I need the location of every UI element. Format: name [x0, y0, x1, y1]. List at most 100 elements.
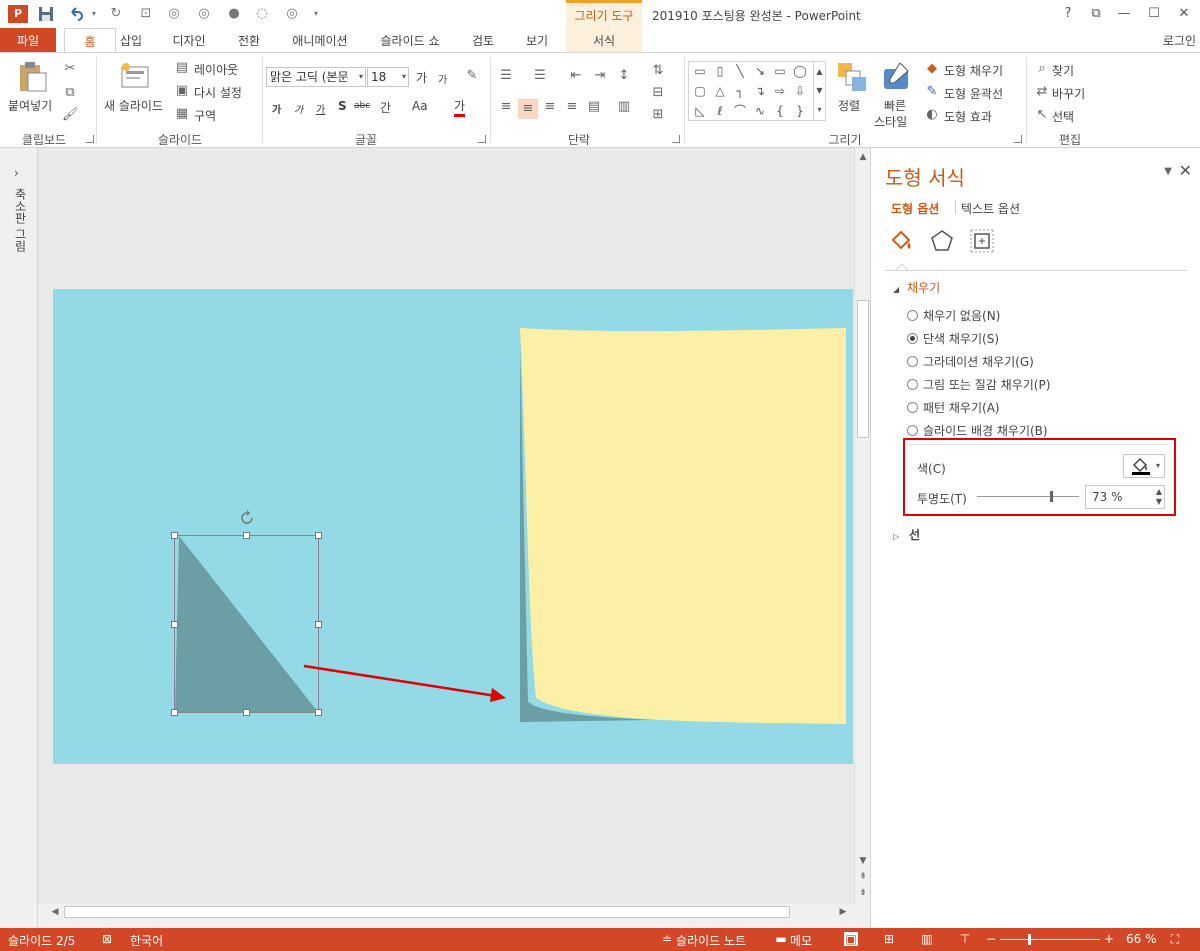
bullets-icon[interactable]: ☰ [498, 68, 514, 84]
bold-button[interactable]: 가 [272, 101, 281, 116]
horizontal-scrollbar[interactable]: ◀ ▶ [46, 904, 854, 920]
left-brace-shape-icon[interactable]: { [773, 104, 787, 118]
line-spacing-icon[interactable]: ↕ [616, 68, 632, 84]
change-case-button[interactable]: Aa [412, 99, 428, 113]
resize-handle[interactable] [315, 709, 322, 716]
tab-transitions[interactable]: 전환 [234, 28, 264, 52]
scroll-right-icon[interactable]: ▶ [836, 905, 850, 919]
resize-handle[interactable] [243, 709, 250, 716]
resize-handle[interactable] [171, 709, 178, 716]
shape-intersect-icon[interactable]: ◌ [254, 6, 270, 22]
align-text-icon[interactable]: ⊟ [650, 85, 666, 101]
arrange-icon[interactable] [836, 61, 868, 93]
resize-handle[interactable] [243, 532, 250, 539]
sticky-note-shape[interactable] [514, 326, 848, 724]
right-brace-shape-icon[interactable]: } [793, 104, 807, 118]
comments-button[interactable]: 메모 [790, 932, 812, 949]
rotate-handle-icon[interactable] [239, 510, 255, 526]
oval-shape-icon[interactable]: ◯ [793, 64, 807, 78]
find-button[interactable]: 찾기 [1052, 62, 1074, 79]
scroll-down-icon[interactable]: ▼ [856, 854, 870, 868]
zoom-slider-thumb[interactable] [1028, 934, 1031, 945]
spinner-icon[interactable]: ▲ ▼ [1156, 487, 1162, 507]
slideshow-from-start-icon[interactable]: ⊡ [138, 6, 154, 22]
reset-icon[interactable]: ▣ [174, 83, 190, 99]
rounded-rectangle-shape-icon[interactable]: ▢ [693, 84, 707, 98]
shape-outline-icon[interactable]: ✎ [924, 84, 940, 100]
shape-effects-icon[interactable]: ◐ [924, 107, 940, 123]
paragraph-launcher-icon[interactable] [672, 135, 680, 143]
vertical-scroll-thumb[interactable] [857, 300, 869, 438]
rectangle-shape-icon[interactable]: ▭ [773, 64, 787, 78]
tab-home[interactable]: 홈 [64, 28, 116, 52]
italic-button[interactable]: 가 [294, 101, 303, 116]
drawing-launcher-icon[interactable] [1014, 135, 1022, 143]
underline-button[interactable]: 가 [316, 101, 325, 116]
vertical-textbox-shape-icon[interactable]: ▯ [713, 64, 727, 78]
close-button[interactable]: ✕ [1174, 5, 1194, 23]
quick-styles-label-1[interactable]: 빠른 [884, 97, 906, 114]
right-arrow-shape-icon[interactable]: ⇨ [773, 84, 787, 98]
shape-effects-button[interactable]: 도형 효과 [944, 108, 992, 125]
resize-handle[interactable] [171, 621, 178, 628]
tab-view[interactable]: 보기 [522, 28, 552, 52]
tab-design[interactable]: 디자인 [168, 28, 210, 52]
new-slide-button[interactable]: 새 슬라이드 [104, 97, 163, 114]
minimize-button[interactable]: — [1114, 5, 1134, 23]
select-button[interactable]: 선택 [1052, 108, 1074, 125]
undo-dropdown-icon[interactable]: ▾ [86, 6, 102, 22]
fit-to-window-icon[interactable]: ⛶ [1168, 932, 1182, 946]
ribbon-display-options-button[interactable]: ⧉ [1086, 5, 1106, 23]
down-arrow-shape-icon[interactable]: ⇩ [793, 84, 807, 98]
decrease-indent-icon[interactable]: ⇤ [568, 68, 584, 84]
font-color-button[interactable]: 가 [454, 97, 466, 117]
tab-insert[interactable]: 삽입 [116, 28, 146, 52]
transparency-input[interactable]: 73 % ▲ ▼ [1085, 485, 1165, 509]
char-spacing-button[interactable]: 간 [380, 99, 391, 116]
scroll-up-icon[interactable]: ▲ [856, 150, 870, 164]
customize-toolbar-icon[interactable]: ▾ [308, 6, 324, 22]
undo-icon[interactable] [68, 6, 84, 22]
align-right-icon[interactable]: ≡ [542, 99, 558, 115]
replace-icon[interactable]: ⇄ [1034, 84, 1050, 100]
transparency-slider[interactable] [977, 496, 1079, 497]
save-icon[interactable] [38, 6, 54, 22]
paste-icon[interactable] [16, 61, 48, 93]
freeform-shape-icon[interactable]: ◺ [693, 104, 707, 118]
radio-picture-fill[interactable]: 그림 또는 질감 채우기(P) [907, 376, 1050, 394]
resize-handle[interactable] [315, 532, 322, 539]
shape-outline-button[interactable]: 도형 윤곽선 [944, 85, 1003, 102]
quick-styles-label-2[interactable]: 스타일 [874, 113, 907, 130]
powerpoint-logo-icon[interactable]: P [8, 5, 28, 23]
layout-button[interactable]: 레이아웃 [194, 61, 238, 78]
resize-handle[interactable] [171, 532, 178, 539]
previous-slide-icon[interactable]: ⇞ [856, 870, 870, 884]
zoom-out-button[interactable]: − [986, 932, 996, 946]
layout-icon[interactable]: ▤ [174, 60, 190, 76]
shape-fill-icon[interactable]: ◆ [924, 61, 940, 77]
reading-view-icon[interactable]: ▥ [920, 932, 934, 946]
justify-icon[interactable]: ≡ [564, 99, 580, 115]
elbow-connector-shape-icon[interactable]: ┐ [733, 84, 747, 98]
transparency-slider-thumb[interactable] [1050, 491, 1054, 502]
scroll-left-icon[interactable]: ◀ [48, 905, 62, 919]
normal-view-icon[interactable]: ▣ [844, 932, 858, 946]
tab-text-options[interactable]: 텍스트 옵션 [961, 200, 1020, 217]
fill-section-header[interactable]: ◢ 채우기 [893, 279, 940, 296]
tab-animations[interactable]: 애니메이션 [288, 28, 352, 52]
scribble-shape-icon[interactable]: ℓ [713, 104, 727, 118]
paste-button[interactable]: 붙여넣기 [8, 97, 52, 114]
shapes-gallery[interactable]: ▭ ▯ ╲ ↘ ▭ ◯ ▢ △ ┐ ↴ ⇨ ⇩ ◺ ℓ ⌒ ∿ { } ▲ ▼ ▾ [688, 61, 826, 121]
smartart-icon[interactable]: ⊞ [650, 107, 666, 123]
help-button[interactable]: ? [1058, 5, 1078, 23]
tab-slideshow[interactable]: 슬라이드 쇼 [376, 28, 444, 52]
zoom-level[interactable]: 66 % [1126, 932, 1157, 946]
maximize-button[interactable]: ☐ [1144, 5, 1164, 23]
cut-icon[interactable]: ✂ [62, 61, 78, 77]
shadow-button[interactable]: S [338, 99, 347, 113]
arc-shape-icon[interactable]: ⌒ [733, 104, 747, 118]
radio-solid-fill[interactable]: 단색 채우기(S) [907, 330, 999, 348]
reset-button[interactable]: 다시 설정 [194, 84, 242, 101]
fill-color-button[interactable]: ▾ [1123, 454, 1165, 478]
section-button[interactable]: 구역 [194, 107, 216, 124]
